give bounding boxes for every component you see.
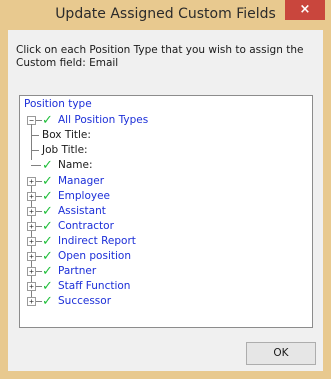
tree-item-open-position[interactable]: + ✓ Open position bbox=[20, 249, 310, 264]
tree-item-label: Staff Function bbox=[58, 280, 131, 292]
check-icon[interactable]: ✓ bbox=[42, 113, 53, 128]
tree-item-label: Open position bbox=[58, 250, 131, 262]
check-icon[interactable]: ✓ bbox=[42, 219, 53, 234]
check-icon[interactable]: ✓ bbox=[42, 234, 53, 249]
tree-item-box-title[interactable]: Box Title: bbox=[20, 128, 310, 143]
tree-item-manager[interactable]: + ✓ Manager bbox=[20, 174, 310, 189]
tree-connector bbox=[31, 135, 39, 136]
tree-item-name[interactable]: ✓ Name: bbox=[20, 158, 310, 173]
expand-icon[interactable]: + bbox=[27, 222, 36, 231]
tree-connector bbox=[31, 165, 41, 166]
dialog-body: Click on each Position Type that you wis… bbox=[8, 30, 323, 371]
expand-icon[interactable]: + bbox=[27, 252, 36, 261]
close-button[interactable]: × bbox=[285, 0, 325, 20]
tree-item-label: Partner bbox=[58, 265, 97, 277]
instructions-text: Click on each Position Type that you wis… bbox=[16, 44, 304, 69]
tree-item-staff-function[interactable]: + ✓ Staff Function bbox=[20, 279, 310, 294]
tree-item-employee[interactable]: + ✓ Employee bbox=[20, 189, 310, 204]
tree-item-indirect-report[interactable]: + ✓ Indirect Report bbox=[20, 234, 310, 249]
expand-icon[interactable]: + bbox=[27, 207, 36, 216]
expand-icon[interactable]: + bbox=[27, 177, 36, 186]
tree-item-partner[interactable]: + ✓ Partner bbox=[20, 264, 310, 279]
check-icon[interactable]: ✓ bbox=[42, 189, 53, 204]
tree-item-all-position-types[interactable]: − ✓ All Position Types bbox=[20, 113, 310, 128]
tree-item-label: Assistant bbox=[58, 205, 106, 217]
check-icon[interactable]: ✓ bbox=[42, 249, 53, 264]
title-bar: Update Assigned Custom Fields × bbox=[0, 0, 331, 30]
ok-button[interactable]: OK bbox=[246, 342, 316, 365]
check-icon[interactable]: ✓ bbox=[42, 158, 53, 173]
expand-icon[interactable]: + bbox=[27, 237, 36, 246]
window-title: Update Assigned Custom Fields bbox=[55, 6, 276, 22]
check-icon[interactable]: ✓ bbox=[42, 264, 53, 279]
tree-item-label: Name: bbox=[58, 159, 93, 171]
tree-root-label: Position type bbox=[24, 98, 92, 110]
expand-icon[interactable]: + bbox=[27, 282, 36, 291]
tree-item-successor[interactable]: + ✓ Successor bbox=[20, 294, 310, 309]
check-icon[interactable]: ✓ bbox=[42, 294, 53, 309]
expand-icon[interactable]: + bbox=[27, 267, 36, 276]
check-icon[interactable]: ✓ bbox=[42, 204, 53, 219]
tree-item-label: Employee bbox=[58, 190, 111, 202]
tree-item-label: Job Title: bbox=[42, 144, 88, 156]
tree-item-label: All Position Types bbox=[58, 114, 149, 126]
tree-item-label: Successor bbox=[58, 295, 112, 307]
tree-item-label: Box Title: bbox=[42, 129, 91, 141]
close-icon: × bbox=[299, 2, 311, 17]
tree-item-assistant[interactable]: + ✓ Assistant bbox=[20, 204, 310, 219]
check-icon[interactable]: ✓ bbox=[42, 279, 53, 294]
tree-item-label: Manager bbox=[58, 175, 105, 187]
tree-item-contractor[interactable]: + ✓ Contractor bbox=[20, 219, 310, 234]
expand-icon[interactable]: + bbox=[27, 192, 36, 201]
check-icon[interactable]: ✓ bbox=[42, 174, 53, 189]
position-type-tree[interactable]: Position type − ✓ All Position Types Box… bbox=[19, 95, 313, 328]
tree-item-label: Contractor bbox=[58, 220, 114, 232]
tree-connector bbox=[31, 150, 39, 151]
tree-item-job-title[interactable]: Job Title: bbox=[20, 143, 310, 158]
expand-icon[interactable]: + bbox=[27, 297, 36, 306]
tree-item-label: Indirect Report bbox=[58, 235, 136, 247]
